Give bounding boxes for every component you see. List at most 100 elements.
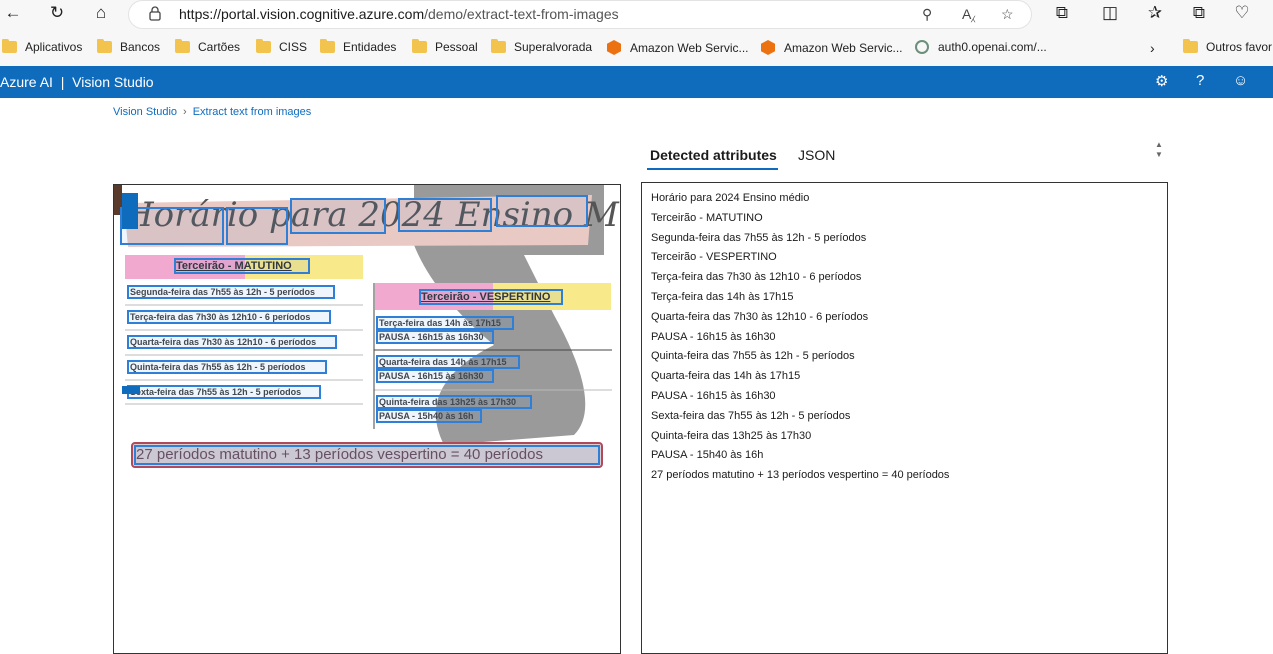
ocr-box[interactable] <box>127 385 321 399</box>
bookmark-superalvorada[interactable]: Superalvorada <box>491 39 592 54</box>
gear-icon[interactable]: ⚙ <box>1155 72 1168 90</box>
breadcrumb-root[interactable]: Vision Studio <box>113 106 177 118</box>
detected-line[interactable]: Sexta-feira das 7h55 às 12h - 5 períodos <box>651 410 850 422</box>
tab-json[interactable]: JSON <box>798 147 835 163</box>
bookmark-cartoes[interactable]: Cartões <box>175 39 241 54</box>
bookmark-auth0[interactable]: auth0.openai.com/... <box>915 40 1047 54</box>
folder-icon <box>412 39 427 53</box>
detected-line[interactable]: Quinta-feira das 13h25 às 17h30 <box>651 430 811 442</box>
detected-line[interactable]: Terça-feira das 14h às 17h15 <box>651 291 793 303</box>
bookmark-label: Cartões <box>198 40 241 54</box>
ocr-box[interactable] <box>226 207 288 245</box>
bookmark-aplicativos[interactable]: Aplicativos <box>2 39 83 54</box>
brand-name: Azure AI <box>0 74 53 90</box>
detected-line[interactable]: PAUSA - 15h40 às 16h <box>651 449 763 461</box>
detected-line[interactable]: Terceirão - MATUTINO <box>651 212 763 224</box>
folder-icon <box>320 39 335 53</box>
collections-icon[interactable]: ⧉ <box>1190 4 1208 22</box>
selection-marker[interactable] <box>122 193 138 229</box>
bookmark-aws-2[interactable]: Amazon Web Servic... <box>761 40 903 55</box>
ocr-box[interactable] <box>127 285 335 299</box>
ocr-box[interactable] <box>376 369 494 383</box>
bookmark-bancos[interactable]: Bancos <box>97 39 161 54</box>
browser-chrome: ← ↻ ⌂ https://portal.vision.cognitive.az… <box>0 0 1273 66</box>
detected-line[interactable]: Quarta-feira das 14h às 17h15 <box>651 370 800 382</box>
ocr-box[interactable] <box>376 409 482 423</box>
active-tab-indicator <box>647 168 778 170</box>
ocr-box[interactable] <box>419 289 563 305</box>
bookmark-label: Bancos <box>120 40 161 54</box>
favorite-star-icon[interactable]: ☆ <box>1001 6 1014 23</box>
folder-icon <box>256 39 271 53</box>
detected-line[interactable]: 27 períodos matutino + 13 períodos vespe… <box>651 469 949 481</box>
ocr-box[interactable] <box>127 310 331 324</box>
ocr-box[interactable] <box>290 198 386 234</box>
chevron-right-icon[interactable]: › <box>1150 40 1155 56</box>
ocr-box[interactable] <box>496 195 588 227</box>
product-name: Vision Studio <box>72 74 154 90</box>
detected-line[interactable]: PAUSA - 16h15 às 16h30 <box>651 331 776 343</box>
folder-icon <box>1183 39 1198 53</box>
detected-line[interactable]: Terça-feira das 7h30 às 12h10 - 6 períod… <box>651 271 861 283</box>
ocr-box[interactable] <box>174 258 310 274</box>
folder-icon <box>175 39 190 53</box>
detected-line[interactable]: PAUSA - 16h15 às 16h30 <box>651 390 776 402</box>
ocr-box[interactable] <box>127 335 337 349</box>
ocr-box[interactable] <box>376 316 514 330</box>
aws-icon <box>761 40 775 55</box>
ocr-box[interactable] <box>398 198 492 232</box>
read-aloud-icon[interactable]: A⁁ <box>962 6 975 23</box>
bookmark-label: Outros favor <box>1206 40 1273 54</box>
image-preview: Horário para 2024 Ensino Médio Terceirão… <box>113 184 621 654</box>
help-icon[interactable]: ? <box>1196 72 1204 89</box>
bookmarks-bar: Aplicativos Bancos Cartões CISS Entidade… <box>0 34 1273 62</box>
bookmark-label: Amazon Web Servic... <box>630 40 749 55</box>
openai-icon <box>915 40 929 54</box>
bookmark-label: Entidades <box>343 40 397 54</box>
ocr-box[interactable] <box>376 395 532 409</box>
detected-line[interactable]: Horário para 2024 Ensino médio <box>651 192 809 204</box>
url-host: https://portal.vision.cognitive.azure.co… <box>179 6 425 22</box>
scroll-arrows-icon[interactable]: ▲ ▼ <box>1155 140 1163 160</box>
favorites-icon[interactable]: ✰ <box>1146 4 1164 22</box>
feedback-smiley-icon[interactable]: ☺ <box>1233 72 1248 89</box>
address-bar[interactable]: https://portal.vision.cognitive.azure.co… <box>128 0 1032 29</box>
extensions-icon[interactable]: ⧉ <box>1053 4 1071 22</box>
ocr-box[interactable] <box>376 355 520 369</box>
ocr-box[interactable] <box>134 445 600 465</box>
bookmark-label: Pessoal <box>435 40 478 54</box>
selection-marker[interactable] <box>122 386 140 394</box>
aws-icon <box>607 40 621 55</box>
bookmark-ciss[interactable]: CISS <box>256 39 308 54</box>
zoom-icon[interactable]: ⚲ <box>922 6 932 23</box>
url-text[interactable]: https://portal.vision.cognitive.azure.co… <box>179 6 619 22</box>
detected-attributes-panel: Horário para 2024 Ensino médio Terceirão… <box>641 182 1168 654</box>
detected-line[interactable]: Quarta-feira das 7h30 às 12h10 - 6 perío… <box>651 311 868 323</box>
browser-essentials-icon[interactable]: ♡ <box>1233 4 1251 22</box>
refresh-icon[interactable]: ↻ <box>48 4 66 22</box>
home-icon[interactable]: ⌂ <box>92 4 110 22</box>
app-header: Azure AI | Vision Studio ⚙ ? ☺ <box>0 66 1273 98</box>
app-title[interactable]: Azure AI | Vision Studio <box>0 74 154 90</box>
back-icon[interactable]: ← <box>4 4 22 22</box>
detected-line[interactable]: Quinta-feira das 7h55 às 12h - 5 período… <box>651 350 855 362</box>
folder-icon <box>2 39 17 53</box>
bookmark-label: CISS <box>279 40 308 54</box>
lock-icon[interactable] <box>149 6 161 21</box>
bookmark-pessoal[interactable]: Pessoal <box>412 39 478 54</box>
detected-line[interactable]: Segunda-feira das 7h55 às 12h - 5 períod… <box>651 232 866 244</box>
breadcrumb-current[interactable]: Extract text from images <box>193 106 312 118</box>
tab-detected-attributes[interactable]: Detected attributes <box>650 147 777 163</box>
detected-line[interactable]: Terceirão - VESPERTINO <box>651 251 777 263</box>
bookmark-outros[interactable]: Outros favor <box>1183 39 1273 54</box>
breadcrumb: Vision Studio › Extract text from images <box>113 106 311 118</box>
ocr-box[interactable] <box>376 330 494 344</box>
bookmark-aws-1[interactable]: Amazon Web Servic... <box>607 40 749 55</box>
bookmark-entidades[interactable]: Entidades <box>320 39 397 54</box>
split-screen-icon[interactable]: ◫ <box>1101 4 1119 22</box>
ocr-box[interactable] <box>127 360 327 374</box>
chevron-right-icon: › <box>183 106 187 118</box>
poster-background <box>114 185 620 653</box>
folder-icon <box>97 39 112 53</box>
bookmark-label: Aplicativos <box>25 40 83 54</box>
